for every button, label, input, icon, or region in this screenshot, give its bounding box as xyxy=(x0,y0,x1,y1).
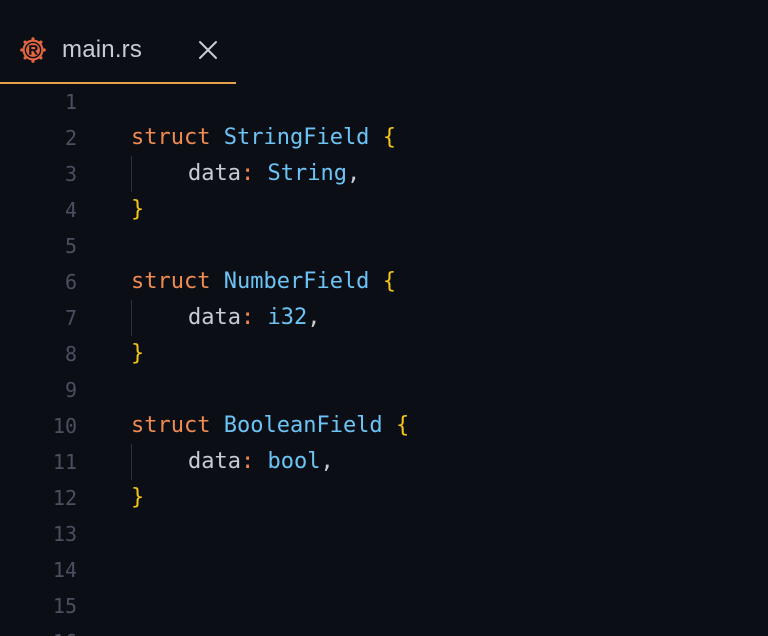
code-line: 15 xyxy=(0,588,768,624)
line-number: 11 xyxy=(52,450,77,474)
line-number: 12 xyxy=(52,486,77,510)
type-token: bool xyxy=(267,449,321,474)
code-line: 14 xyxy=(0,552,768,588)
brace-token: } xyxy=(131,197,145,222)
code-line: 1 xyxy=(0,84,768,120)
code-line: 16 xyxy=(0,624,768,636)
comma-token: , xyxy=(346,161,361,186)
line-number: 4 xyxy=(64,198,77,222)
tab-main-rs[interactable]: main.rs xyxy=(0,0,236,84)
code-line: 4 } xyxy=(0,192,768,228)
line-number: 3 xyxy=(64,162,77,186)
code-line: 12 } xyxy=(0,480,768,516)
code-line: 3 data: String, xyxy=(0,156,768,192)
type-token: BooleanField xyxy=(223,413,383,438)
line-number: 5 xyxy=(64,234,77,258)
code-line: 5 xyxy=(0,228,768,264)
code-line: 7 data: i32, xyxy=(0,300,768,336)
brace-token: { xyxy=(395,413,410,438)
code-editor[interactable]: 1 2 struct StringField { 3 data: String,… xyxy=(0,84,768,636)
comma-token: , xyxy=(320,449,334,474)
tab-bar: main.rs xyxy=(0,0,768,84)
code-text: struct NumberField { xyxy=(131,264,396,300)
code-text: } xyxy=(131,336,144,372)
code-text: } xyxy=(131,480,144,516)
colon-token: : xyxy=(240,161,255,186)
comma-token: , xyxy=(307,305,321,330)
brace-token: } xyxy=(131,341,145,366)
line-number: 10 xyxy=(52,414,77,438)
line-number: 9 xyxy=(64,378,77,402)
keyword-token: struct xyxy=(131,269,211,294)
rust-icon xyxy=(20,37,46,63)
tab-label: main.rs xyxy=(62,36,143,63)
field-token: data xyxy=(188,449,241,474)
code-line: 11 data: bool, xyxy=(0,444,768,480)
code-text: struct BooleanField { xyxy=(131,408,409,444)
code-line: 6 struct NumberField { xyxy=(0,264,768,300)
close-icon[interactable] xyxy=(196,38,220,62)
line-number: 1 xyxy=(64,90,77,114)
keyword-token: struct xyxy=(131,413,211,438)
line-number: 13 xyxy=(52,522,77,546)
line-number: 7 xyxy=(64,306,77,330)
line-number: 15 xyxy=(52,594,77,618)
code-line: 2 struct StringField { xyxy=(0,120,768,156)
code-line: 9 xyxy=(0,372,768,408)
code-line: 13 xyxy=(0,516,768,552)
type-token: NumberField xyxy=(223,269,370,294)
type-token: i32 xyxy=(267,305,308,330)
brace-token: { xyxy=(382,125,396,150)
code-text: data: String, xyxy=(131,156,360,192)
keyword-token: struct xyxy=(131,125,211,150)
type-token: StringField xyxy=(223,125,370,150)
brace-token: { xyxy=(382,269,396,294)
code-text: data: bool, xyxy=(131,444,334,480)
line-number: 16 xyxy=(0,624,77,636)
line-number: 2 xyxy=(64,126,77,150)
code-text: } xyxy=(131,192,144,228)
code-line: 10 struct BooleanField { xyxy=(0,408,768,444)
line-number: 6 xyxy=(64,270,77,294)
line-number: 14 xyxy=(52,558,77,582)
code-text: data: i32, xyxy=(131,300,320,336)
code-text: struct StringField { xyxy=(131,120,396,156)
colon-token: : xyxy=(240,305,255,330)
brace-token: } xyxy=(131,485,145,510)
field-token: data xyxy=(188,161,241,186)
line-number: 8 xyxy=(64,342,77,366)
colon-token: : xyxy=(240,449,255,474)
type-token: String xyxy=(267,161,347,186)
field-token: data xyxy=(188,305,241,330)
code-line: 8 } xyxy=(0,336,768,372)
